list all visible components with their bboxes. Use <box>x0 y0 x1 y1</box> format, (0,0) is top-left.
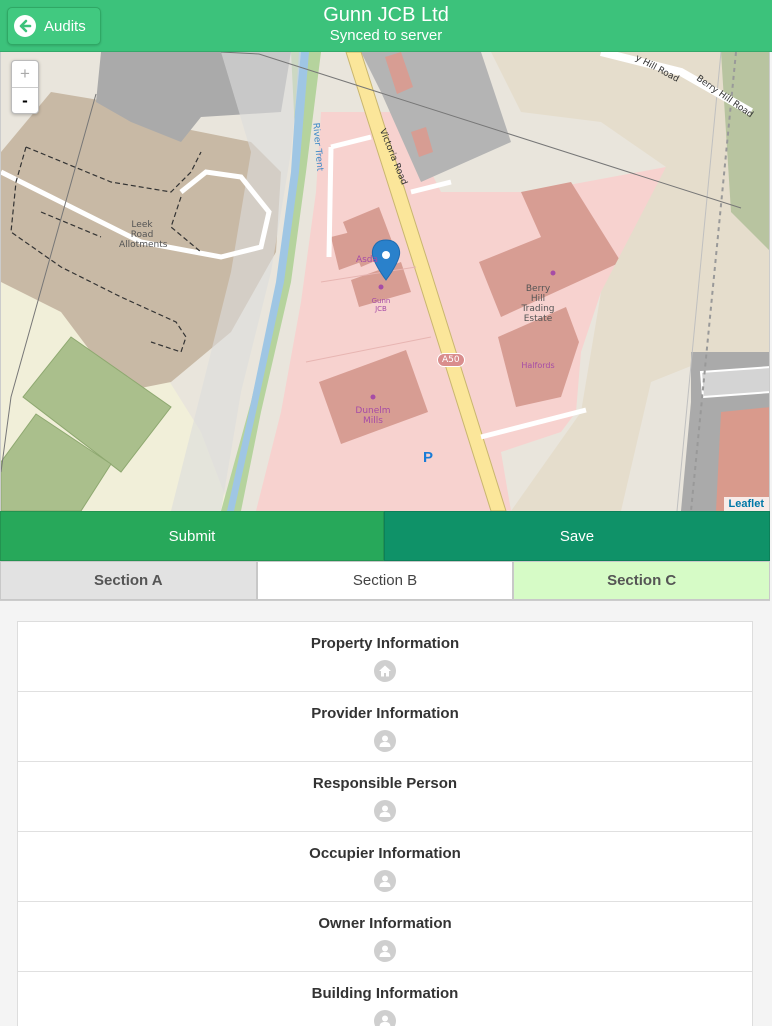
list-item-building-information[interactable]: Building Information <box>18 972 752 1026</box>
leaflet-attribution-link[interactable]: Leaflet <box>723 497 769 511</box>
list-item-label: Building Information <box>311 985 459 1002</box>
home-icon <box>374 660 396 682</box>
zoom-in-button[interactable]: + <box>12 61 38 87</box>
list-item-label: Occupier Information <box>309 845 461 862</box>
map-label-gunn: Gunn JCB <box>367 297 395 313</box>
user-icon <box>374 800 396 822</box>
sync-status: Synced to server <box>329 27 443 44</box>
section-list: Property Information Provider Informatio… <box>17 621 753 1026</box>
user-icon <box>374 870 396 892</box>
page-title: Gunn JCB Ltd <box>323 4 449 26</box>
app-root: Audits Gunn JCB Ltd Synced to server + -… <box>0 0 772 1026</box>
zoom-out-button[interactable]: - <box>12 87 38 113</box>
dunelm-line-1: Dunelm <box>355 406 391 416</box>
gunn-line-1: Gunn <box>371 297 391 305</box>
tab-section-c[interactable]: Section C <box>513 561 771 600</box>
map-label-asda: Asda <box>355 255 379 265</box>
save-button[interactable]: Save <box>384 511 770 561</box>
map-label-allotments: Leek Road Allotments <box>119 220 168 250</box>
list-item-label: Property Information <box>310 635 460 652</box>
berry-hill-line-2: Hill <box>530 294 546 304</box>
list-item-responsible-person[interactable]: Responsible Person <box>18 762 752 832</box>
list-item-label: Provider Information <box>311 705 459 722</box>
section-tabs: Section A Section B Section C <box>0 561 771 601</box>
action-bar: Submit Save <box>0 511 770 561</box>
list-item-property-information[interactable]: Property Information <box>18 622 752 692</box>
list-item-occupier-information[interactable]: Occupier Information <box>18 832 752 902</box>
berry-hill-line-3: Trading <box>521 304 555 314</box>
user-icon <box>374 940 396 962</box>
berry-hill-line-1: Berry <box>525 284 551 294</box>
allotments-line-2: Road <box>130 230 154 240</box>
map-label-berry-hill: Berry Hill Trading Estate <box>517 284 559 324</box>
list-item-label: Owner Information <box>318 915 452 932</box>
submit-button[interactable]: Submit <box>0 511 384 561</box>
user-icon <box>374 730 396 752</box>
user-icon <box>374 1010 396 1026</box>
map-label-halfords: Halfords <box>521 361 555 370</box>
parking-icon: P <box>423 449 434 466</box>
allotments-line-3: Allotments <box>119 240 168 250</box>
road-shield-a50: A50 <box>437 353 465 367</box>
tab-section-a[interactable]: Section A <box>0 561 257 600</box>
list-item-owner-information[interactable]: Owner Information <box>18 902 752 972</box>
gunn-line-2: JCB <box>375 305 387 313</box>
header-bar: Audits Gunn JCB Ltd Synced to server <box>0 0 772 52</box>
list-item-label: Responsible Person <box>312 775 458 792</box>
map-tiles <box>1 52 769 511</box>
map-view[interactable]: + - River Trent Victoria Road y Hill Roa… <box>0 52 770 511</box>
dunelm-line-2: Mills <box>363 416 383 426</box>
allotments-line-1: Leek <box>131 220 153 230</box>
list-item-provider-information[interactable]: Provider Information <box>18 692 752 762</box>
berry-hill-line-4: Estate <box>523 314 553 324</box>
zoom-control: + - <box>11 60 39 114</box>
map-label-dunelm: Dunelm Mills <box>351 406 395 426</box>
tab-section-b[interactable]: Section B <box>256 561 514 600</box>
